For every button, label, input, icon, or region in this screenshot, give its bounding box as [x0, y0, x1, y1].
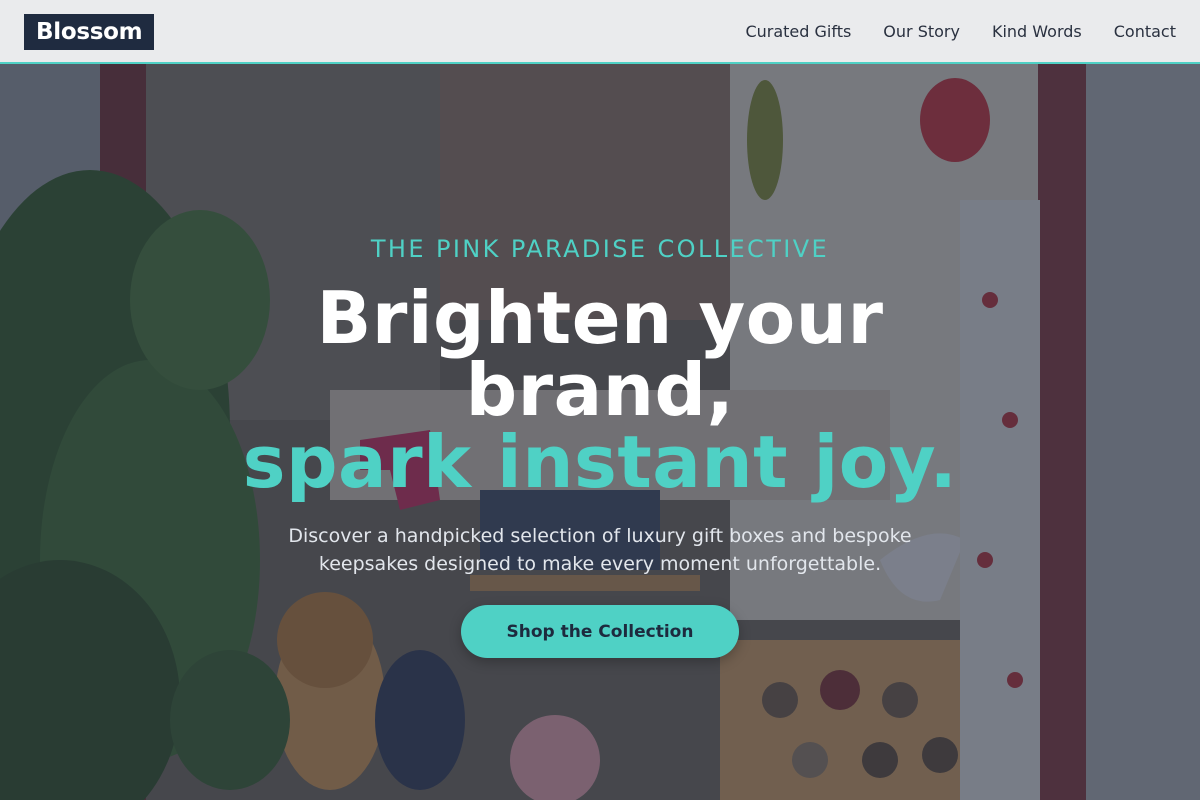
nav-link-our-story[interactable]: Our Story: [883, 22, 960, 41]
hero-eyebrow: THE PINK PARADISE COLLECTIVE: [370, 235, 830, 263]
main-nav: Curated Gifts Our Story Kind Words Conta…: [745, 0, 1176, 62]
brand-logo[interactable]: Blossom: [24, 14, 155, 50]
nav-link-kind-words[interactable]: Kind Words: [992, 22, 1082, 41]
site-header: Blossom Curated Gifts Our Story Kind Wor…: [0, 0, 1200, 64]
headline-line-2: brand,: [465, 348, 735, 432]
shop-collection-button[interactable]: Shop the Collection: [461, 605, 739, 658]
headline-accent: spark instant joy.: [242, 420, 958, 504]
nav-link-contact[interactable]: Contact: [1114, 22, 1176, 41]
hero-description: Discover a handpicked selection of luxur…: [288, 525, 912, 575]
nav-link-curated-gifts[interactable]: Curated Gifts: [745, 22, 851, 41]
landing-page: Blossom Curated Gifts Our Story Kind Wor…: [0, 0, 1200, 800]
headline-line-1: Brighten your: [316, 276, 884, 360]
hero-section: THE PINK PARADISE COLLECTIVE Brighten yo…: [0, 64, 1200, 800]
hero-headline: Brighten your brand, spark instant joy.: [0, 282, 1200, 498]
